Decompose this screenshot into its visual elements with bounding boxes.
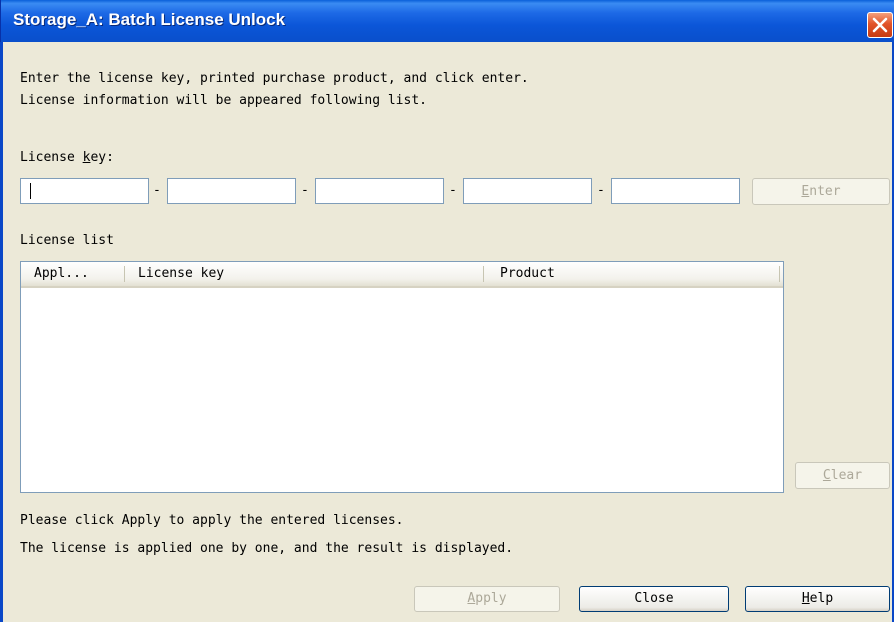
enter-label-rest: nter <box>809 184 841 199</box>
column-divider[interactable] <box>779 266 780 282</box>
close-button[interactable]: Close <box>579 586 729 612</box>
help-mnemonic: H <box>801 591 810 606</box>
license-key-separator: - <box>449 183 457 198</box>
close-window-button[interactable] <box>867 12 893 38</box>
window-frame-left <box>0 42 3 622</box>
license-list-header: Appl... License key Product <box>21 262 783 288</box>
license-key-separator: - <box>153 183 161 198</box>
footer-line-2: The license is applied one by one, and t… <box>20 541 514 556</box>
window-title: Storage_A: Batch License Unlock <box>13 10 286 29</box>
clear-label-rest: lear <box>830 468 863 483</box>
clear-mnemonic: C <box>822 468 831 483</box>
enter-button[interactable]: Enter <box>752 178 890 205</box>
column-header-apply[interactable]: Appl... <box>34 262 89 286</box>
column-divider[interactable] <box>483 266 484 282</box>
clear-button[interactable]: Clear <box>795 462 890 489</box>
license-key-label-pre: License <box>20 150 83 165</box>
apply-button[interactable]: Apply <box>414 586 560 612</box>
column-header-license-key[interactable]: License key <box>138 262 224 286</box>
license-key-field-1[interactable] <box>20 178 149 204</box>
license-key-label: License key: <box>20 149 114 167</box>
license-key-label-post: ey: <box>90 150 114 165</box>
close-x-icon <box>872 17 888 33</box>
instruction-line-1: Enter the license key, printed purchase … <box>20 71 529 86</box>
instruction-line-2: License information will be appeared fol… <box>20 93 427 108</box>
column-divider[interactable] <box>124 266 125 282</box>
title-bar[interactable]: Storage_A: Batch License Unlock <box>0 0 894 42</box>
license-key-separator: - <box>301 183 309 198</box>
license-key-field-2[interactable] <box>167 178 296 204</box>
apply-label-rest: pply <box>475 591 507 606</box>
license-list-label: License list <box>20 233 114 248</box>
column-header-product[interactable]: Product <box>500 262 555 286</box>
text-caret <box>30 183 31 199</box>
license-key-separator: - <box>597 183 605 198</box>
license-key-field-4[interactable] <box>463 178 592 204</box>
help-label-rest: elp <box>809 591 834 606</box>
license-key-field-5[interactable] <box>611 178 740 204</box>
footer-line-1: Please click Apply to apply the entered … <box>20 513 404 528</box>
license-list[interactable]: Appl... License key Product <box>20 261 784 493</box>
license-key-field-3[interactable] <box>315 178 444 204</box>
help-button[interactable]: Help <box>745 586 890 612</box>
